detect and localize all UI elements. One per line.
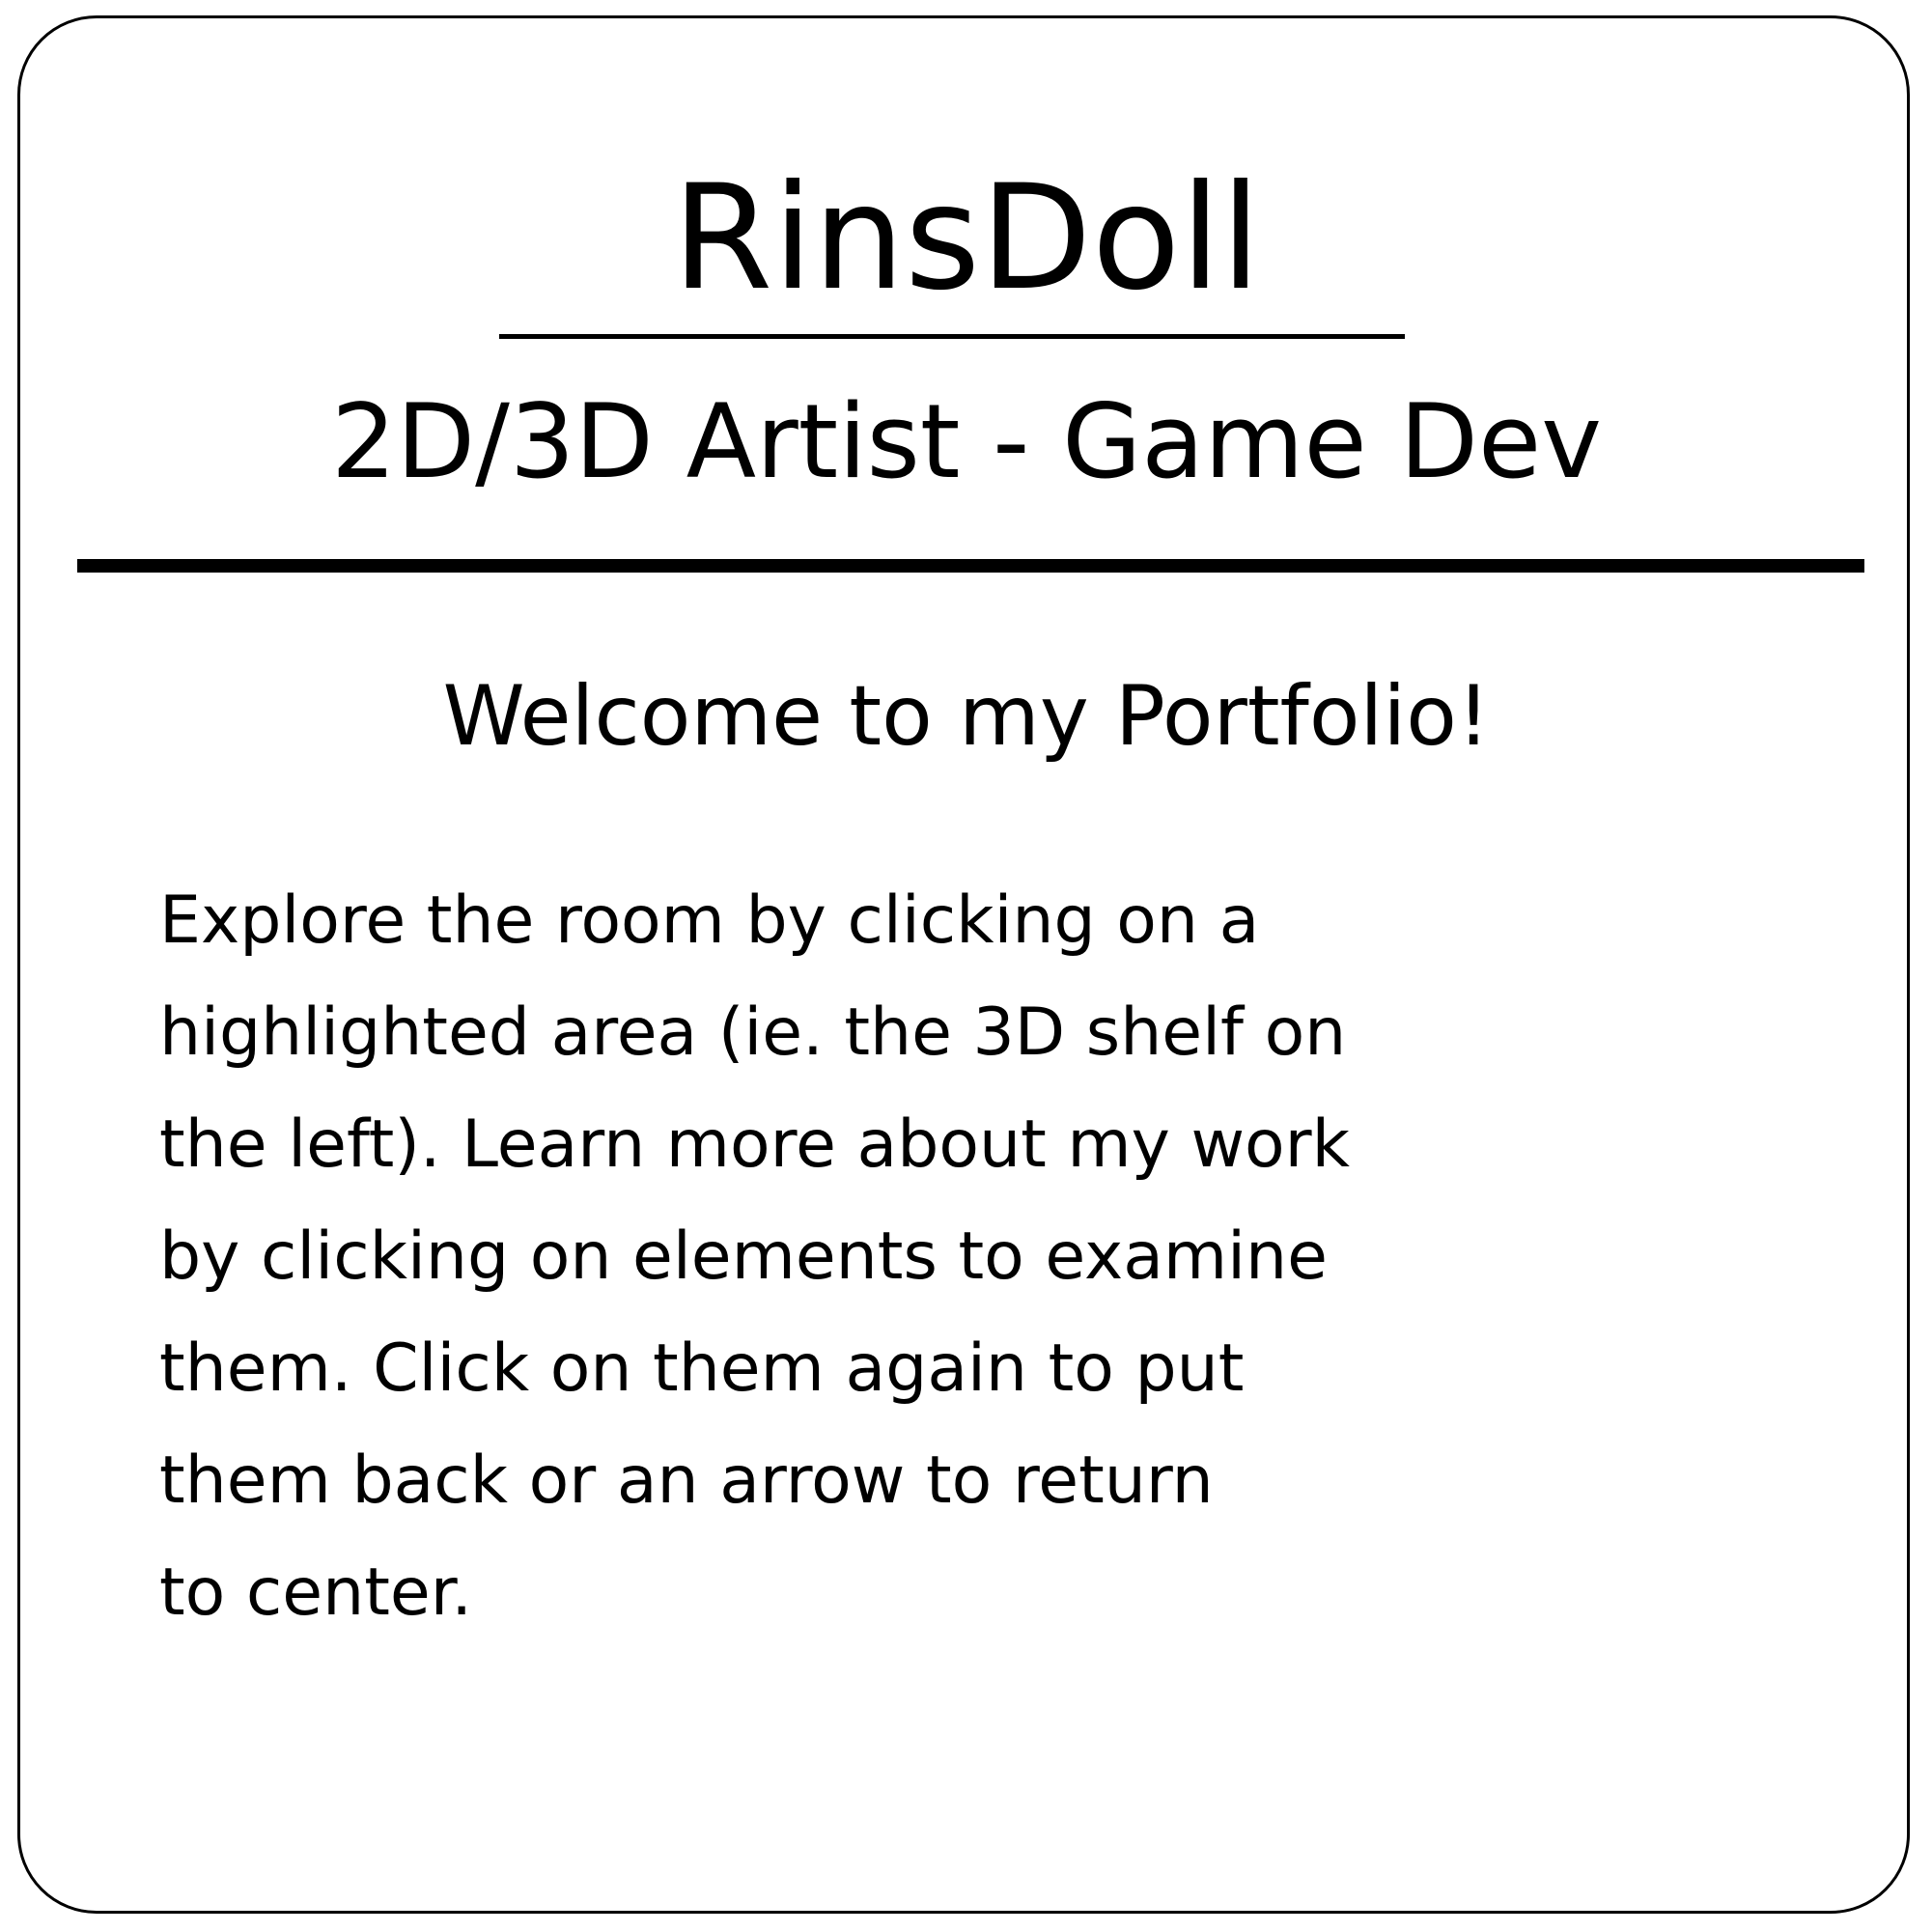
- instructions-line: them. Click on them again to put: [159, 1330, 1245, 1407]
- welcome-heading: Welcome to my Portfolio!: [442, 668, 1491, 765]
- instructions-line: by clicking on elements to examine: [159, 1218, 1328, 1295]
- page-subtitle: 2D/3D Artist - Game Dev: [331, 382, 1602, 501]
- instructions-line: to center.: [159, 1554, 473, 1631]
- instructions-line: them back or an arrow to return: [159, 1442, 1214, 1519]
- title-underline-divider: [499, 334, 1405, 339]
- instructions-line: the left). Learn more about my work: [159, 1106, 1350, 1183]
- intro-card: RinsDoll 2D/3D Artist - Game Dev Welcome…: [17, 15, 1910, 1914]
- page-title: RinsDoll: [672, 154, 1261, 322]
- instructions-line: Explore the room by clicking on a: [159, 882, 1260, 959]
- instructions-line: highlighted area (ie. the 3D shelf on: [159, 994, 1347, 1071]
- section-divider: [77, 559, 1864, 573]
